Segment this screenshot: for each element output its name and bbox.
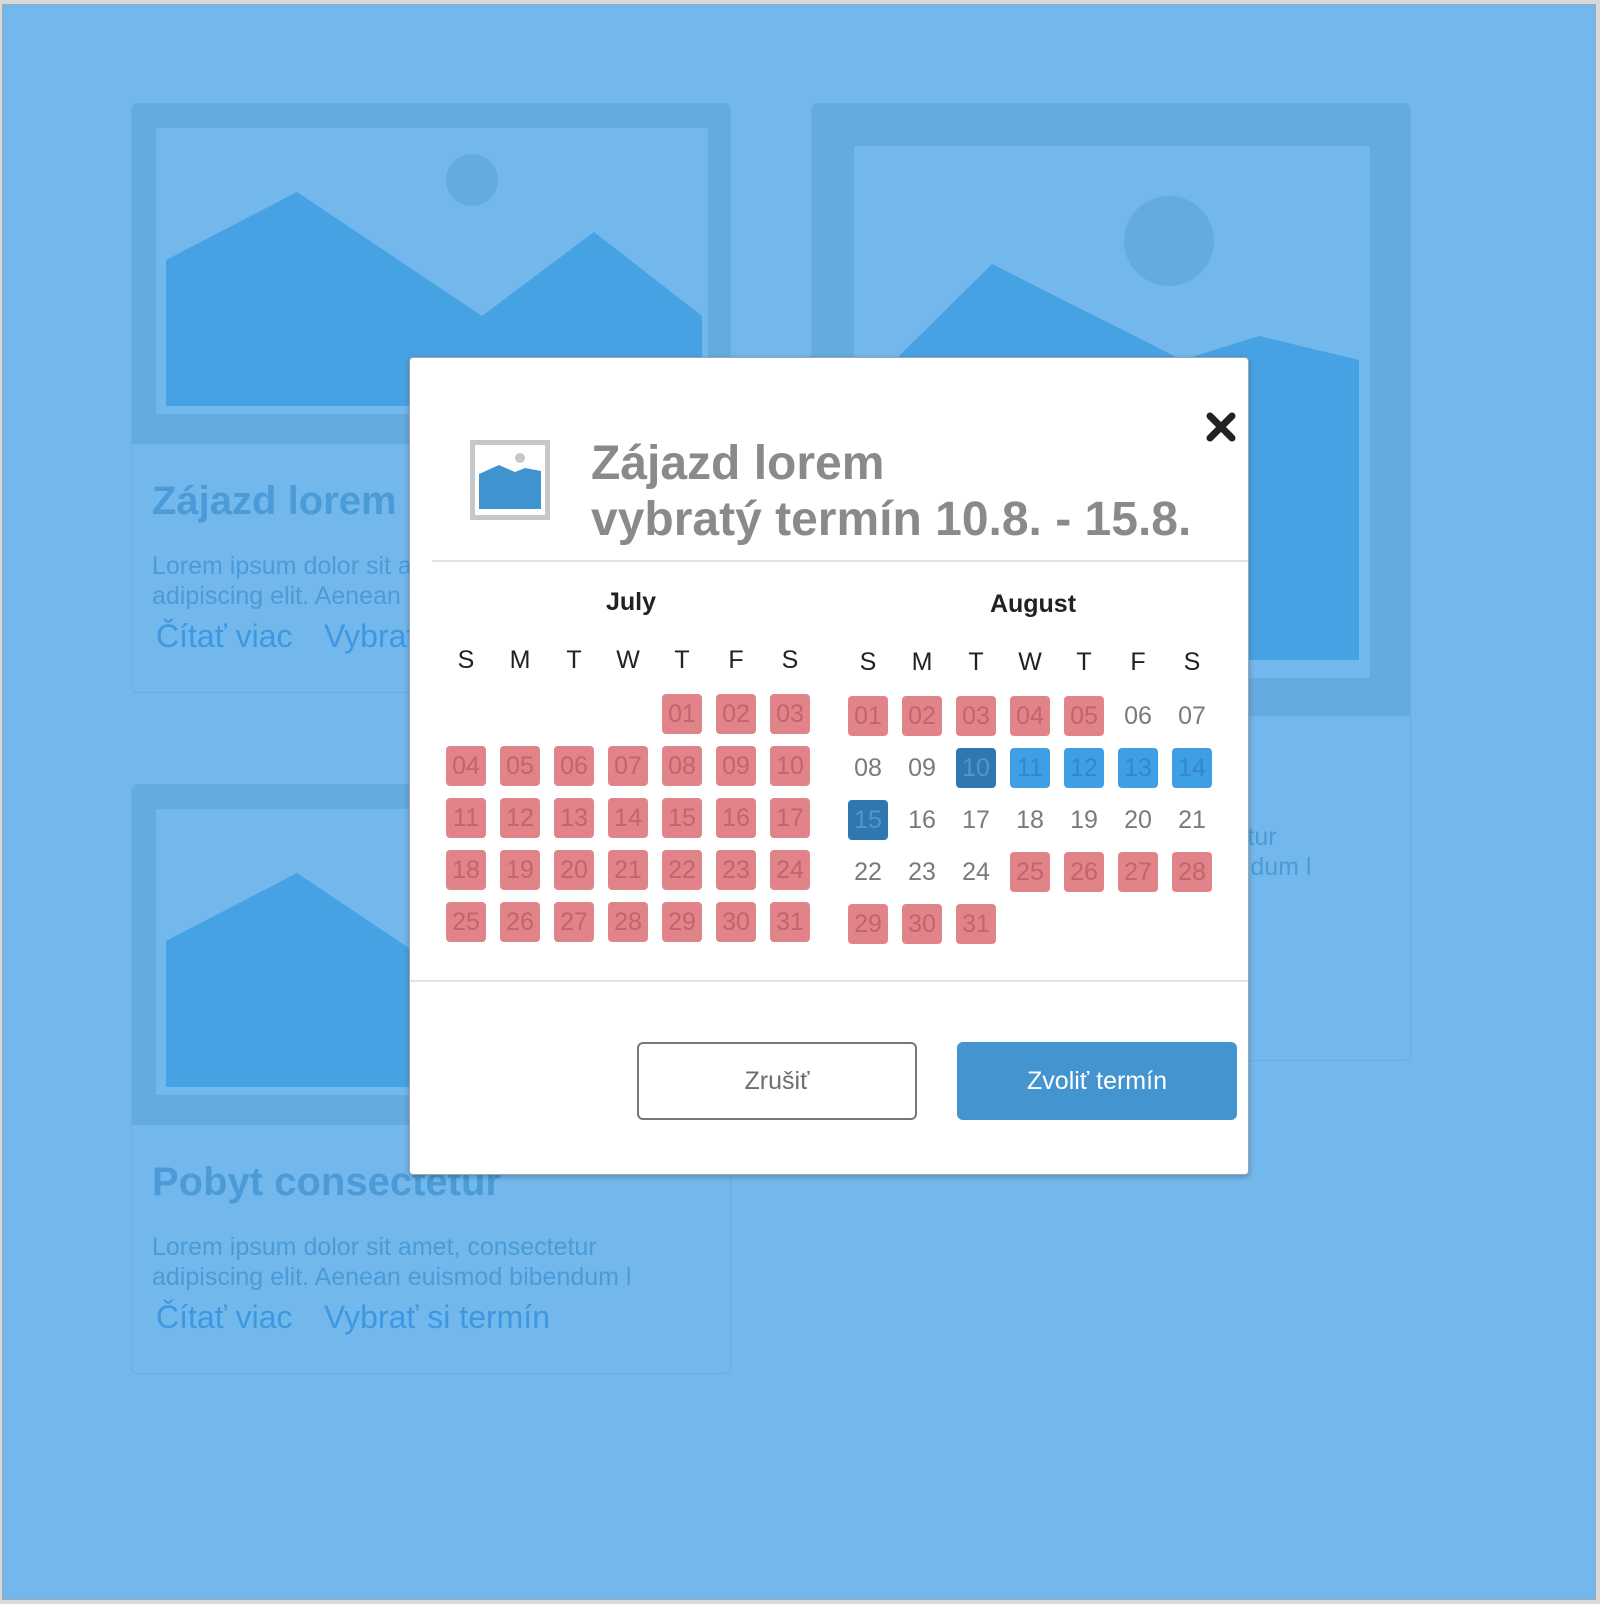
calendar-day-booked: 31 [956, 904, 996, 944]
calendar-day-free[interactable]: 16 [902, 800, 942, 840]
calendar-day-booked: 28 [1172, 852, 1212, 892]
image-placeholder-icon [470, 440, 550, 520]
date-picker-dialog: Zájazd lorem vybratý termín 10.8. - 15.8… [409, 357, 1249, 1175]
calendar-day-booked: 29 [848, 904, 888, 944]
calendar-day-free[interactable]: 19 [1064, 800, 1104, 840]
calendar-day-endpoint[interactable]: 10 [956, 748, 996, 788]
calendar-day-booked: 16 [716, 798, 756, 838]
calendar-day-booked: 14 [608, 798, 648, 838]
calendar-day-free[interactable]: 09 [902, 748, 942, 788]
weekday-header: T [968, 648, 984, 676]
weekday-header: S [457, 646, 475, 674]
calendar-day-booked: 08 [662, 746, 702, 786]
calendar-day-booked: 10 [770, 746, 810, 786]
calendar-day-free[interactable]: 07 [1172, 696, 1212, 736]
calendar-day-free[interactable]: 24 [956, 852, 996, 892]
calendar-day-booked: 07 [608, 746, 648, 786]
calendar-day-booked: 02 [902, 696, 942, 736]
calendar-day-booked: 29 [662, 902, 702, 942]
calendar-day-free[interactable]: 17 [956, 800, 996, 840]
calendar-day-endpoint[interactable]: 15 [848, 800, 888, 840]
dialog-title: Zájazd lorem vybratý termín 10.8. - 15.8… [591, 436, 1191, 548]
calendar-day-booked: 02 [716, 694, 756, 734]
weekday-header: T [566, 646, 582, 674]
weekday-header: S [781, 646, 799, 674]
calendar-day-booked: 31 [770, 902, 810, 942]
divider [410, 980, 1248, 982]
read-more-link[interactable]: Čítať viac [156, 618, 292, 655]
calendar-day-booked: 04 [1010, 696, 1050, 736]
calendar-day-booked: 28 [608, 902, 648, 942]
weekday-header: S [1183, 648, 1201, 676]
calendar-day-booked: 21 [608, 850, 648, 890]
card-description: Lorem ipsum dolor sit amet, consectetur … [152, 1233, 632, 1291]
calendar-day-booked: 27 [554, 902, 594, 942]
calendar-day-booked: 13 [554, 798, 594, 838]
dialog-title-line2: vybratý termín 10.8. - 15.8. [591, 493, 1192, 546]
calendar-day-free[interactable]: 06 [1118, 696, 1158, 736]
weekday-header: W [616, 646, 640, 674]
dialog-title-line1: Zájazd lorem [591, 437, 885, 490]
calendar-day-booked: 22 [662, 850, 702, 890]
month-name: July [605, 588, 657, 616]
confirm-date-button[interactable]: Zvoliť termín [957, 1042, 1237, 1120]
calendar-day-booked: 19 [500, 850, 540, 890]
calendar-day-booked: 25 [1010, 852, 1050, 892]
calendar-day-range[interactable]: 12 [1064, 748, 1104, 788]
calendar-day-booked: 26 [1064, 852, 1104, 892]
cancel-button[interactable]: Zrušiť [637, 1042, 917, 1120]
calendar-day-booked: 20 [554, 850, 594, 890]
calendar-day-booked: 05 [500, 746, 540, 786]
calendar-day-booked: 26 [500, 902, 540, 942]
weekday-header: F [728, 646, 744, 674]
calendar-day-booked: 25 [446, 902, 486, 942]
weekday-header: M [509, 646, 531, 674]
read-more-link[interactable]: Čítať viac [156, 1299, 292, 1336]
calendar-day-free[interactable]: 21 [1172, 800, 1212, 840]
divider [432, 560, 1248, 562]
weekday-header: M [911, 648, 933, 676]
calendar-day-booked: 18 [446, 850, 486, 890]
calendar-day-range[interactable]: 11 [1010, 748, 1050, 788]
calendar-day-booked: 27 [1118, 852, 1158, 892]
calendar-day-booked: 06 [554, 746, 594, 786]
calendar-day-booked: 01 [662, 694, 702, 734]
calendar-day-booked: 09 [716, 746, 756, 786]
weekday-header: S [859, 648, 877, 676]
calendar-day-booked: 05 [1064, 696, 1104, 736]
weekday-header: T [1076, 648, 1092, 676]
card-title: Zájazd lorem [152, 479, 397, 523]
calendar-day-range[interactable]: 13 [1118, 748, 1158, 788]
calendar-month-august: August S M T W T F S 01 02 03 04 05 06 07 08 09 10 11 12 13… [846, 590, 1220, 960]
calendar-day-booked: 01 [848, 696, 888, 736]
calendar-day-booked: 12 [500, 798, 540, 838]
weekday-header: F [1130, 648, 1146, 676]
calendar-month-july: July S M T W T F S 01 02 03 04 05 06 07 08 09 10 11 12 13 14… [444, 588, 818, 958]
calendar-day-booked: 24 [770, 850, 810, 890]
close-icon[interactable] [1204, 410, 1238, 444]
calendar-day-free[interactable]: 20 [1118, 800, 1158, 840]
month-name: August [989, 590, 1077, 618]
weekday-header: W [1018, 648, 1042, 676]
calendar-day-free[interactable]: 22 [848, 852, 888, 892]
calendar-day-booked: 11 [446, 798, 486, 838]
calendar-day-free[interactable]: 18 [1010, 800, 1050, 840]
calendar-day-booked: 30 [902, 904, 942, 944]
calendar-day-free[interactable]: 23 [902, 852, 942, 892]
calendar-day-booked: 30 [716, 902, 756, 942]
calendar-day-free[interactable]: 08 [848, 748, 888, 788]
weekday-header: T [674, 646, 690, 674]
calendar-day-booked: 15 [662, 798, 702, 838]
calendar-day-range[interactable]: 14 [1172, 748, 1212, 788]
calendar-day-booked: 17 [770, 798, 810, 838]
choose-date-link[interactable]: Vybrať si termín [324, 1299, 550, 1336]
calendar-day-booked: 03 [770, 694, 810, 734]
calendar-day-booked: 03 [956, 696, 996, 736]
calendar-day-booked: 04 [446, 746, 486, 786]
calendar-day-booked: 23 [716, 850, 756, 890]
